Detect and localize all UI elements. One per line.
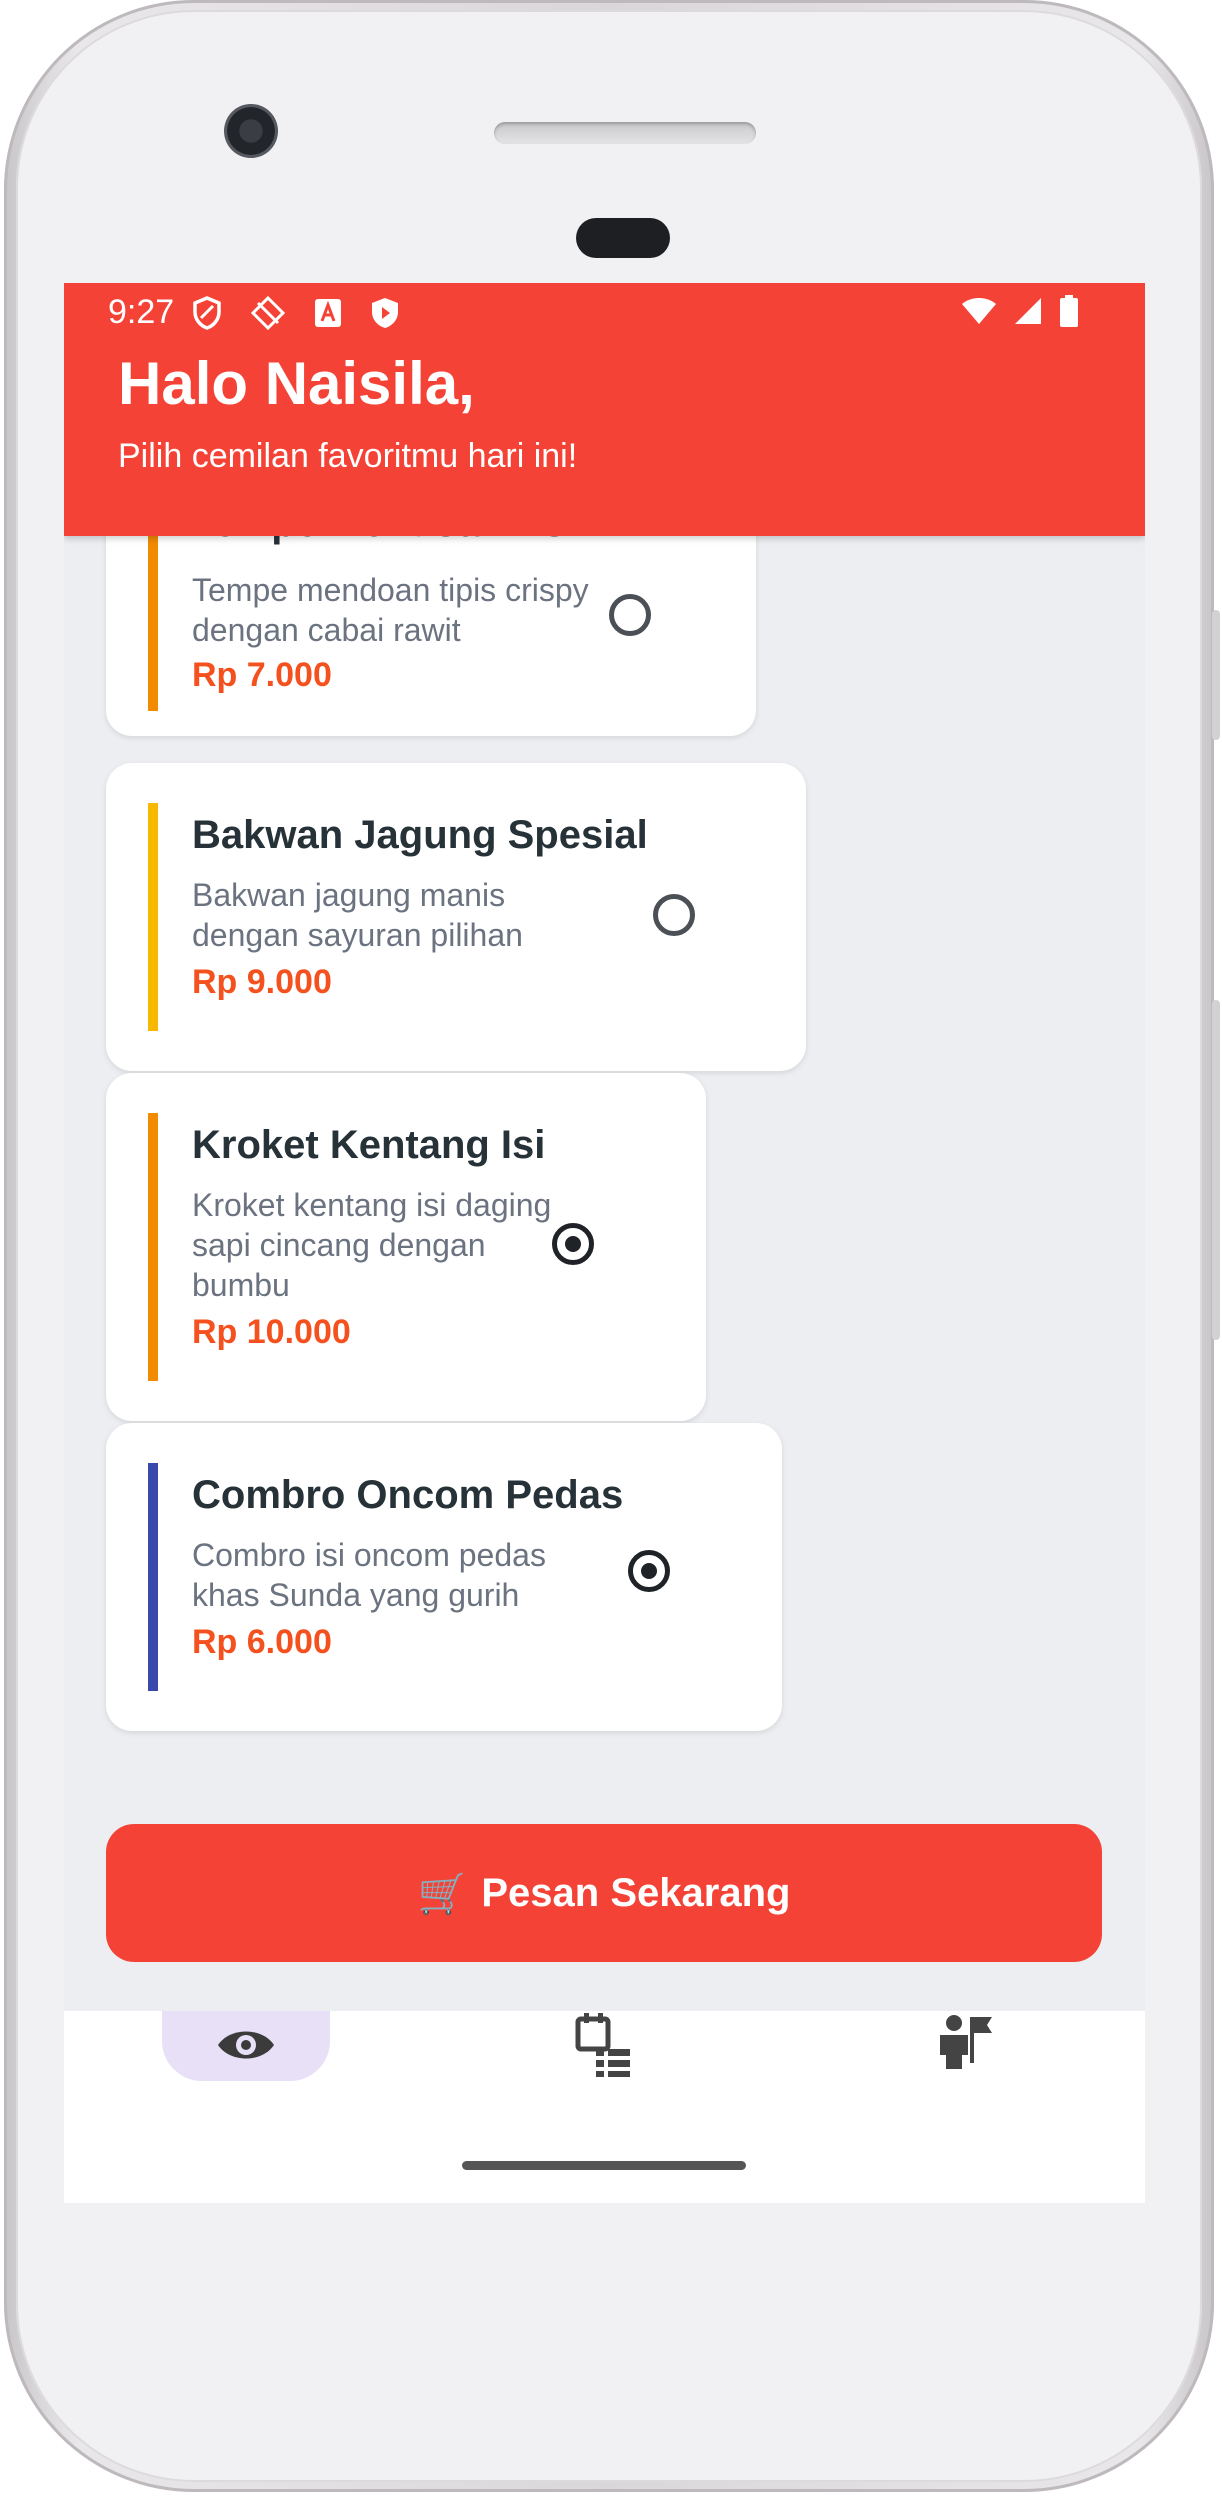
status-time: 9:27	[108, 293, 175, 331]
signal-icon	[1015, 298, 1041, 324]
select-radio-checked[interactable]	[552, 1223, 594, 1265]
select-radio[interactable]	[609, 594, 651, 636]
select-radio[interactable]	[653, 894, 695, 936]
order-now-button[interactable]: 🛒 Pesan Sekarang	[106, 1824, 1102, 1962]
menu-item-description: Combro isi oncom pedas khas Sunda yang g…	[192, 1537, 546, 1613]
menu-card[interactable]: Combro Oncom Pedas Combro isi oncom peda…	[106, 1423, 782, 1731]
menu-item-price: Rp 10.000	[192, 1313, 351, 1351]
cart-icon: 🛒	[417, 1871, 468, 1916]
greeting-title: Halo Naisila,	[118, 350, 475, 417]
menu-item-price: Rp 6.000	[192, 1623, 332, 1661]
front-camera	[224, 104, 278, 158]
menu-item-description: Kroket kentang isi daging sapi cincang d…	[192, 1187, 552, 1303]
volume-button	[1212, 1000, 1220, 1340]
order-button-label: Pesan Sekarang	[481, 1870, 791, 1915]
menu-item-name: Kroket Kentang Isi	[192, 1123, 546, 1167]
status-system-icons	[961, 295, 1079, 327]
nav-item-eye[interactable]	[162, 2011, 330, 2081]
menu-item-description: Bakwan jagung manis dengan sayuran pilih…	[192, 877, 523, 953]
proximity-sensor	[576, 218, 670, 258]
no-ads-icon	[250, 295, 286, 331]
shield-icon	[193, 296, 221, 330]
person-flag-icon	[940, 2015, 992, 2069]
menu-card[interactable]: Kroket Kentang Isi Kroket kentang isi da…	[106, 1073, 706, 1421]
schedule-list-icon	[575, 2013, 630, 2077]
card-accent-bar	[148, 803, 158, 1031]
nav-item-profile[interactable]	[934, 2011, 994, 2081]
app-header: 9:27 Halo Naisila, Pilih cemilan favorit…	[64, 283, 1145, 536]
status-notification-icons	[192, 295, 400, 331]
earpiece-speaker	[494, 122, 756, 144]
greeting-subtitle: Pilih cemilan favoritmu hari ini!	[118, 437, 578, 475]
menu-item-price: Rp 9.000	[192, 963, 332, 1001]
menu-item-name: Bakwan Jagung Spesial	[192, 813, 648, 857]
card-accent-bar	[148, 1463, 158, 1691]
app-screen: 9:27 Halo Naisila, Pilih cemilan favorit…	[64, 283, 1145, 2203]
bottom-navigation	[64, 2011, 1145, 2203]
text-a-icon	[315, 299, 341, 327]
menu-item-name: Combro Oncom Pedas	[192, 1473, 624, 1517]
menu-card[interactable]: Bakwan Jagung Spesial Bakwan jagung mani…	[106, 763, 806, 1071]
select-radio-checked[interactable]	[628, 1550, 670, 1592]
wifi-icon	[962, 298, 996, 324]
menu-item-description: Tempe mendoan tipis crispy dengan cabai …	[192, 572, 589, 648]
card-accent-bar	[148, 1113, 158, 1381]
power-button	[1212, 610, 1220, 740]
card-accent-bar	[148, 536, 158, 711]
eye-icon	[218, 2031, 274, 2059]
gesture-home-bar[interactable]	[462, 2161, 746, 2170]
nav-item-schedule[interactable]	[574, 2011, 634, 2081]
play-shield-icon	[372, 298, 398, 328]
menu-item-price: Rp 7.000	[192, 656, 332, 694]
battery-icon	[1060, 295, 1078, 327]
